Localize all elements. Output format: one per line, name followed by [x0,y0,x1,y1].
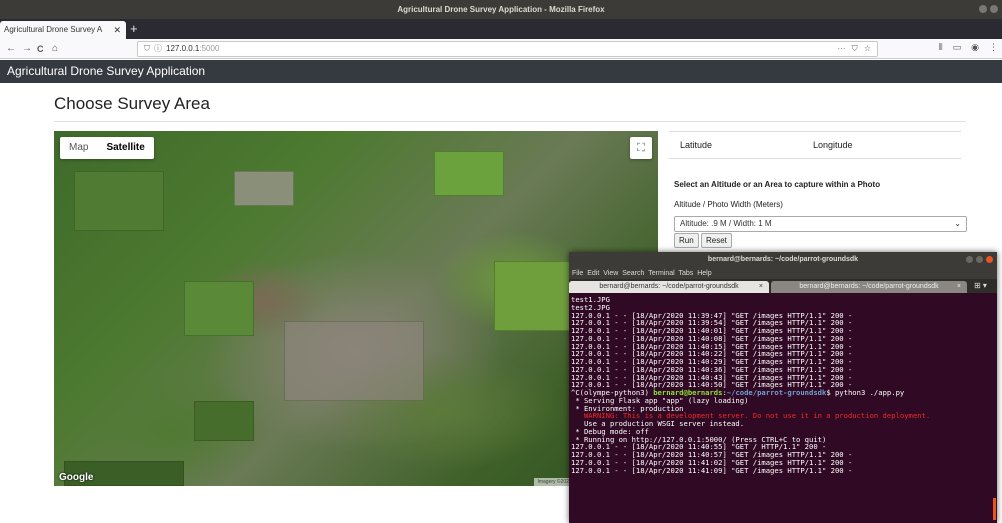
terminal-tab-bar: bernard@bernards: ~/code/parrot-groundsd… [569,279,997,293]
window-controls [979,5,998,13]
url-port: :5000 [199,44,220,53]
terminal-line: 127.0.0.1 - - [18/Apr/2020 11:41:09] "GE… [571,465,853,475]
app-brand[interactable]: Agricultural Drone Survey Application [7,64,205,78]
reload-icon[interactable]: C [37,41,44,57]
browser-tab[interactable]: Agricultural Drone Survey A ✕ [0,21,126,39]
terminal-tab-label: bernard@bernards: ~/code/parrot-groundsd… [599,283,739,290]
prompt-command: $ python3 ./app.py [826,388,905,397]
altitude-label: Altitude / Photo Width (Meters) [674,200,783,209]
terminal-scrollbar[interactable] [993,498,996,520]
terminal-maximize-icon[interactable] [976,256,983,263]
app-navbar: Agricultural Drone Survey Application [0,60,1002,83]
browser-nav-bar: ← → C ⌂ ⛉ ⓘ 127.0.0.1:5000 ··· ⛉ ☆ ⫴ ▭ ◉ ⋮ [0,39,1002,59]
terminal-output[interactable]: test1.JPG test2.JPG 127.0.0.1 - - [18/Apr/… [571,296,991,474]
chevron-down-icon: ⌄ [954,219,961,228]
map-field [194,401,254,441]
terminal-new-tab-icon[interactable]: ⊞ ▾ [974,279,987,293]
fullscreen-icon[interactable]: ⛶ [630,137,652,159]
map-type-satellite-button[interactable]: Satellite [97,137,153,159]
terminal-tab-close-icon[interactable]: × [759,281,763,293]
library-icon[interactable]: ⫴ [939,42,943,53]
map-field [184,281,254,336]
coords-table-top-rule [669,131,961,132]
browser-tab-bar: Agricultural Drone Survey A ✕ + [0,19,1002,39]
tab-close-icon[interactable]: ✕ [113,21,121,39]
altitude-select[interactable]: Altitude: .9 M / Width: 1 M ⌄ [674,216,967,232]
info-icon[interactable]: ⓘ [154,44,162,53]
map-type-map-button[interactable]: Map [60,137,97,159]
home-icon[interactable]: ⌂ [52,41,58,57]
back-icon[interactable]: ← [6,41,16,57]
minimize-icon[interactable] [979,5,987,13]
url-bar[interactable]: ⛉ ⓘ 127.0.0.1:5000 ··· ⛉ ☆ [137,41,878,57]
longitude-header: Longitude [813,140,853,150]
terminal-tab-close-icon[interactable]: × [957,281,961,293]
tab-label: Agricultural Drone Survey A [4,25,103,34]
terminal-menubar[interactable]: File Edit View Search Terminal Tabs Help [569,268,997,279]
forward-icon[interactable]: → [22,41,32,57]
close-icon[interactable] [990,5,998,13]
altitude-select-value: Altitude: .9 M / Width: 1 M [680,219,772,228]
shield-icon[interactable]: ⛉ [144,44,150,53]
terminal-title: bernard@bernards: ~/code/parrot-groundsd… [707,256,859,263]
map-field [74,171,164,231]
account-icon[interactable]: ◉ [971,42,979,53]
map-town [284,321,424,401]
terminal-titlebar[interactable]: bernard@bernards: ~/code/parrot-groundsd… [569,252,997,268]
url-host: 127.0.0.1 [166,44,200,53]
satellite-map[interactable]: Map Satellite ⛶ Google Imagery ©2020 , C… [54,131,658,486]
new-tab-button[interactable]: + [130,20,138,38]
os-window-titlebar: Agricultural Drone Survey Application - … [0,0,1002,19]
sidebar-icon[interactable]: ▭ [953,42,962,53]
terminal-window-controls [966,256,993,263]
page-actions: ··· ⛉ ☆ [837,42,871,56]
terminal-close-icon[interactable] [986,256,993,263]
terminal-tab-2[interactable]: bernard@bernards: ~/code/parrot-groundsd… [771,281,967,293]
reset-button[interactable]: Reset [701,233,732,248]
window-title: Agricultural Drone Survey Application - … [397,5,605,14]
terminal-line: test1.JPG [571,295,610,304]
page-title: Choose Survey Area [54,94,210,113]
bookmark-star-icon[interactable]: ☆ [864,44,871,53]
google-logo: Google [59,472,94,483]
terminal-tab-1[interactable]: bernard@bernards: ~/code/parrot-groundsd… [569,281,769,293]
run-button[interactable]: Run [674,233,699,248]
terminal-tab-label: bernard@bernards: ~/code/parrot-groundsd… [799,283,939,290]
latitude-header: Latitude [680,140,713,150]
terminal-window[interactable]: bernard@bernards: ~/code/parrot-groundsd… [569,252,997,523]
terminal-minimize-icon[interactable] [966,256,973,263]
map-industrial-area [234,171,294,206]
coords-table-bottom-rule [669,158,961,159]
toolbar-right: ⫴ ▭ ◉ ⋮ [939,42,998,53]
pocket-icon[interactable]: ⛉ [852,44,858,53]
select-heading: Select an Altitude or an Area to capture… [674,180,881,189]
page-actions-icon[interactable]: ··· [837,44,845,53]
menu-icon[interactable]: ⋮ [989,42,998,53]
title-divider [54,121,966,122]
map-type-control: Map Satellite [60,137,154,159]
map-field [434,151,504,196]
